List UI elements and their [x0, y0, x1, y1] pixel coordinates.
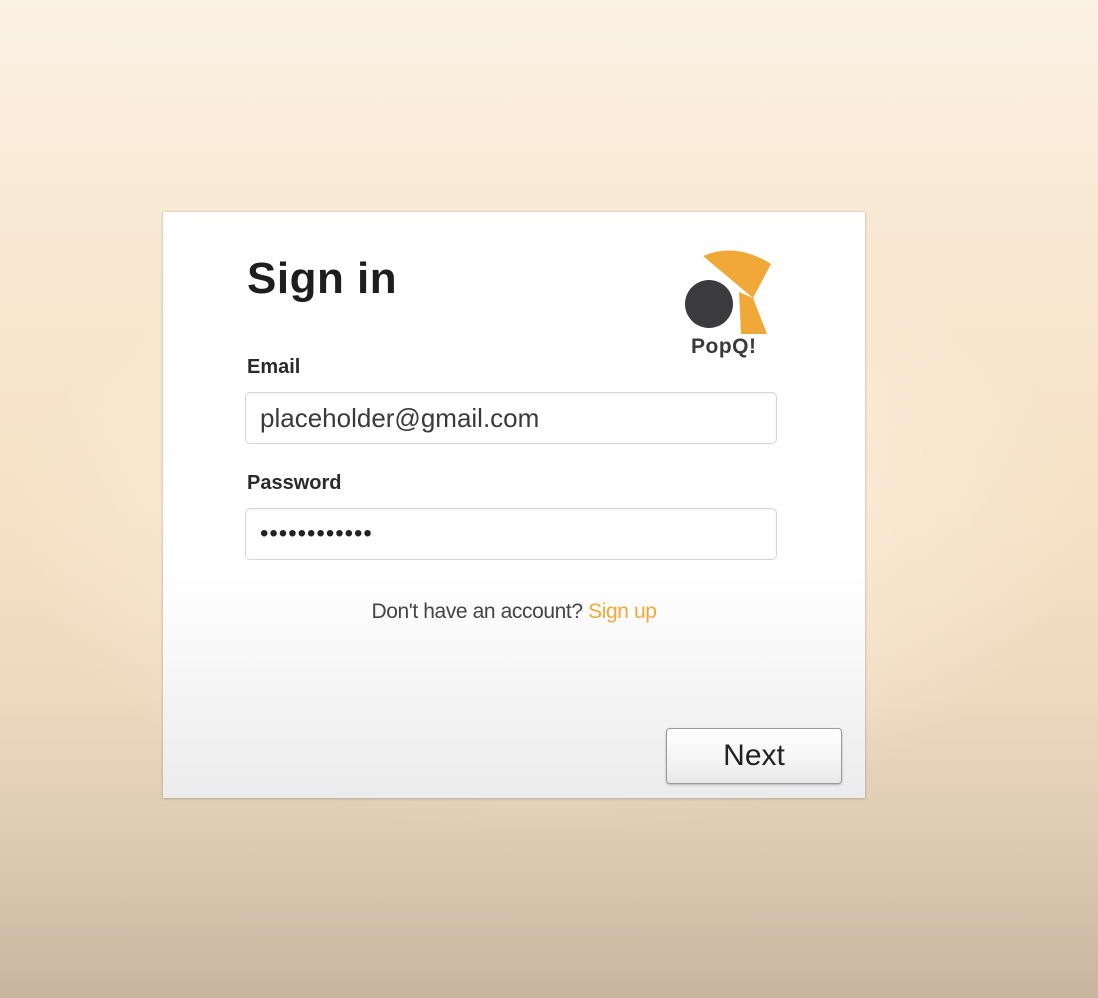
popq-logo-icon — [685, 250, 771, 334]
logo-text: PopQ! — [691, 335, 757, 358]
password-field[interactable] — [245, 508, 777, 560]
password-label: Password — [247, 472, 342, 494]
next-button[interactable]: Next — [666, 728, 842, 784]
signup-prompt-text: Don't have an account? — [371, 600, 583, 623]
sign-in-dialog: Sign in PopQ! Email Password Don't have … — [163, 212, 865, 798]
page-title: Sign in — [247, 254, 398, 303]
signup-prompt: Don't have an account? Sign up — [163, 600, 865, 624]
sign-up-link[interactable]: Sign up — [588, 600, 657, 623]
email-field[interactable] — [245, 392, 777, 444]
email-label: Email — [247, 356, 301, 378]
brand-logo: PopQ! — [681, 246, 777, 362]
